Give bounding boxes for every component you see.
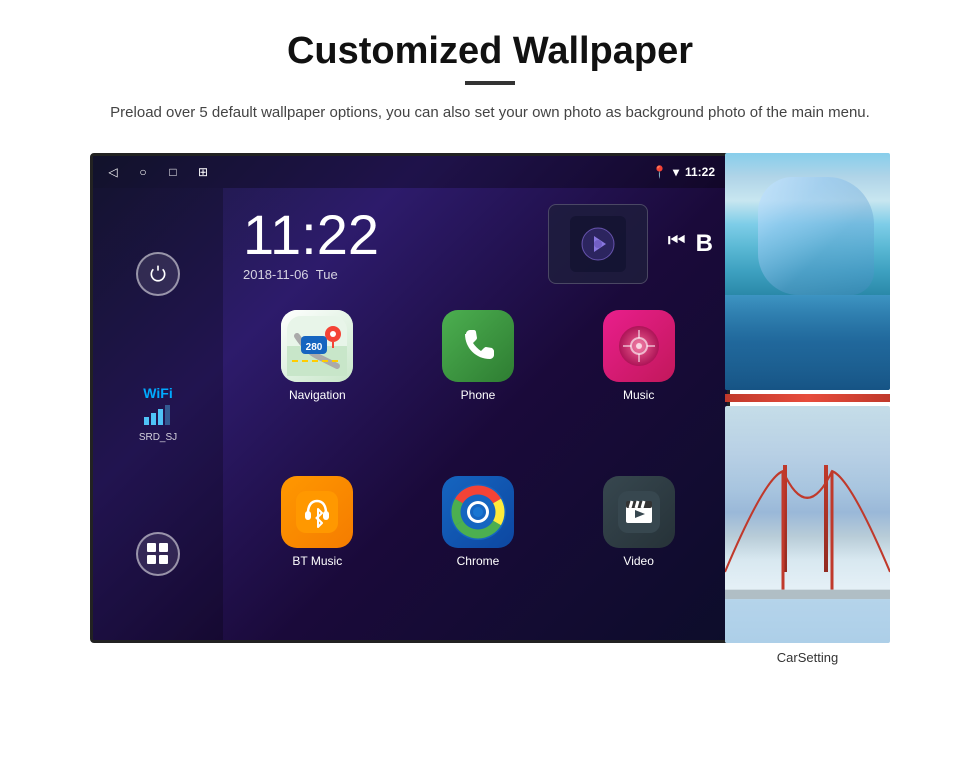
music-icon xyxy=(603,310,675,382)
media-controls: ⏮ B xyxy=(668,230,713,258)
app-item-bt-music[interactable]: BT Music xyxy=(243,476,392,630)
apps-grid-button[interactable] xyxy=(136,532,180,576)
navigation-label: Navigation xyxy=(289,388,346,402)
clock-area: 11:22 2018-11-06 Tue xyxy=(223,188,730,300)
app-item-chrome[interactable]: Chrome xyxy=(404,476,553,630)
home-nav-icon[interactable]: ○ xyxy=(135,164,151,180)
phone-icon xyxy=(442,310,514,382)
status-bar: ◁ ○ □ ⊞ 📍 ▾ 11:22 xyxy=(93,156,727,188)
bt-music-label: BT Music xyxy=(292,554,342,568)
screenshot-nav-icon[interactable]: ⊞ xyxy=(195,164,211,180)
media-widget[interactable] xyxy=(548,204,648,284)
wifi-signal-bars xyxy=(139,405,177,430)
status-bar-left: ◁ ○ □ ⊞ xyxy=(105,164,211,180)
wifi-block: WiFi SRD_SJ xyxy=(139,385,177,443)
app-item-music[interactable]: Music xyxy=(564,310,713,464)
navigation-icon: 280 xyxy=(281,310,353,382)
signal-icon: ▾ xyxy=(673,165,679,179)
wallpaper-thumb-bridge[interactable] xyxy=(725,406,890,643)
clock-block: 11:22 2018-11-06 Tue xyxy=(243,207,528,282)
bt-music-icon xyxy=(281,476,353,548)
power-button[interactable] xyxy=(136,252,180,296)
screen-wrapper: ◁ ○ □ ⊞ 📍 ▾ 11:22 WiFi xyxy=(90,153,890,643)
location-icon: 📍 xyxy=(652,165,667,179)
clock-time: 11:22 xyxy=(243,207,528,263)
wallpaper-thumb-middle xyxy=(725,394,890,402)
app-item-phone[interactable]: Phone xyxy=(404,310,553,464)
chrome-label: Chrome xyxy=(457,554,500,568)
side-panel: WiFi SRD_SJ xyxy=(93,188,223,640)
wifi-network-name: SRD_SJ xyxy=(139,432,177,443)
app-item-navigation[interactable]: 280 Navigation xyxy=(243,310,392,464)
status-bar-right: 📍 ▾ 11:22 xyxy=(652,165,715,179)
prev-track-icon[interactable]: ⏮ xyxy=(668,230,686,258)
svg-text:280: 280 xyxy=(306,342,323,353)
bluetooth-label: B xyxy=(696,230,713,258)
carsetting-label: CarSetting xyxy=(725,650,890,665)
android-screen: ◁ ○ □ ⊞ 📍 ▾ 11:22 WiFi xyxy=(90,153,730,643)
apps-grid: 280 Navigation xyxy=(223,300,730,640)
main-content: 11:22 2018-11-06 Tue xyxy=(223,188,730,640)
status-time: 11:22 xyxy=(685,165,715,179)
app-item-video[interactable]: Video xyxy=(564,476,713,630)
clock-date: 2018-11-06 Tue xyxy=(243,267,528,282)
chrome-icon xyxy=(442,476,514,548)
back-nav-icon[interactable]: ◁ xyxy=(105,164,121,180)
wifi-label: WiFi xyxy=(139,385,177,401)
page-description: Preload over 5 default wallpaper options… xyxy=(110,101,870,125)
video-label: Video xyxy=(623,554,653,568)
wallpaper-thumbnails xyxy=(725,153,890,643)
music-label: Music xyxy=(623,388,654,402)
title-divider xyxy=(465,81,515,85)
wallpaper-thumb-ice[interactable] xyxy=(725,153,890,390)
video-icon xyxy=(603,476,675,548)
phone-label: Phone xyxy=(461,388,496,402)
recent-nav-icon[interactable]: □ xyxy=(165,164,181,180)
page-title: Customized Wallpaper xyxy=(287,30,693,73)
